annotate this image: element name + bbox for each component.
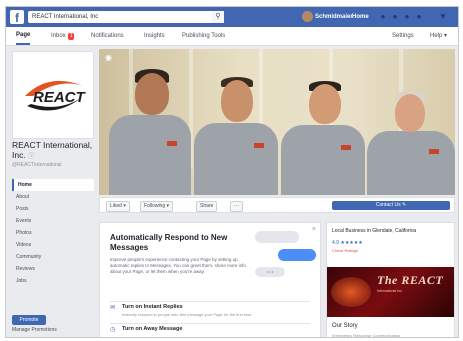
following-button[interactable]: Following ▾: [140, 201, 174, 212]
page-tab-bar: Page Inbox 1 Notifications Insights Publi…: [6, 27, 458, 46]
sidebar-item-jobs[interactable]: Jobs: [12, 275, 94, 287]
sidebar-item-about[interactable]: About: [12, 191, 94, 203]
ratings-link[interactable]: Check Ratings: [332, 248, 358, 253]
facebook-page-window: f REACT International, Inc ⚲ Schmidmaier…: [5, 6, 459, 338]
instant-replies-row[interactable]: ✉ Turn on Instant Replies Instantly resp…: [110, 301, 310, 322]
tab-page[interactable]: Page: [16, 27, 31, 45]
menu-caret-icon[interactable]: ▼: [438, 12, 448, 22]
react-logo-icon: REACT: [25, 80, 87, 111]
info-icon[interactable]: ⓘ: [28, 154, 34, 160]
facebook-logo-icon[interactable]: f: [10, 10, 24, 25]
share-button[interactable]: Share: [196, 201, 218, 212]
user-name-link[interactable]: Schmidmaier: [315, 11, 353, 23]
chat-bubble-illustration: [255, 231, 299, 243]
manage-promotions-link[interactable]: Manage Promotions: [12, 327, 57, 333]
notifications-icon[interactable]: ●: [402, 12, 412, 22]
message-icon: ✉: [110, 305, 116, 311]
card-title: Automatically Respond to New Messages: [110, 233, 228, 252]
top-navigation-bar: f REACT International, Inc ⚲ Schmidmaier…: [6, 7, 458, 27]
our-story-heading[interactable]: Our Story: [332, 323, 358, 329]
tab-publishing-tools[interactable]: Publishing Tools: [182, 27, 225, 45]
page-info-card: Local Business in Glendale, California 4…: [326, 222, 455, 338]
sidebar-item-reviews[interactable]: Reviews: [12, 263, 94, 275]
help-icon[interactable]: ●: [414, 12, 424, 22]
camera-icon[interactable]: ◉: [105, 53, 112, 62]
page-title: REACT International, Inc. ⓘ: [12, 140, 93, 160]
page-sidebar-nav: Home About Posts Events Photos Videos Co…: [12, 179, 94, 287]
more-options-button[interactable]: ···: [230, 201, 243, 212]
page-profile-picture[interactable]: REACT: [12, 51, 94, 139]
page-action-bar: Liked ▾ Following ▾ Share ··· Contact Us…: [99, 197, 455, 213]
business-category[interactable]: Local Business in Glendale, California: [332, 228, 416, 234]
away-message-title[interactable]: Turn on Away Message: [122, 326, 182, 332]
typing-bubble: • • •: [255, 267, 285, 277]
chat-bubble-illustration: [278, 249, 316, 261]
sidebar-item-photos[interactable]: Photos: [12, 227, 94, 239]
user-avatar[interactable]: [302, 11, 313, 22]
sidebar-item-videos[interactable]: Videos: [12, 239, 94, 251]
friend-requests-icon[interactable]: ●: [378, 12, 388, 22]
tab-settings[interactable]: Settings: [392, 27, 414, 45]
sidebar-item-events[interactable]: Events: [12, 215, 94, 227]
auto-respond-card: × Automatically Respond to New Messages …: [99, 222, 321, 337]
banner-subtitle: International Inc.: [377, 289, 403, 293]
clock-icon: ◷: [110, 327, 116, 333]
contact-us-button[interactable]: Contact Us ✎: [332, 201, 450, 210]
close-icon[interactable]: ×: [312, 226, 316, 233]
instant-replies-subtitle: Instantly respond to people who first me…: [122, 312, 253, 317]
cover-photo[interactable]: ◉: [99, 49, 455, 195]
sidebar-item-posts[interactable]: Posts: [12, 203, 94, 215]
messages-icon[interactable]: ●: [390, 12, 400, 22]
tab-help[interactable]: Help ▾: [430, 27, 447, 45]
svg-text:REACT: REACT: [33, 89, 87, 106]
home-link[interactable]: Home: [352, 11, 369, 23]
liked-button[interactable]: Liked ▾: [106, 201, 130, 212]
card-description: Improve people's experience contacting y…: [110, 257, 246, 274]
promote-button[interactable]: Promote: [12, 315, 46, 325]
away-message-row[interactable]: ◷ Turn on Away Message: [110, 323, 310, 337]
flare-graphic: [331, 277, 371, 307]
banner-title: The REACT: [377, 273, 444, 287]
inbox-badge: 1: [67, 33, 75, 40]
page-handle[interactable]: @REACTInternational: [12, 162, 62, 168]
tab-insights[interactable]: Insights: [144, 27, 165, 45]
sidebar-item-home[interactable]: Home: [12, 179, 94, 191]
rating-stars: 4.9 ★★★★★: [332, 240, 363, 246]
tab-inbox[interactable]: Inbox 1: [51, 27, 75, 45]
our-story-subtitle: Emergency Response Communication: [332, 333, 401, 338]
tab-notifications[interactable]: Notifications: [91, 27, 124, 45]
search-icon[interactable]: ⚲: [212, 11, 224, 23]
promo-banner-image[interactable]: The REACT International Inc.: [327, 267, 454, 317]
instant-replies-title[interactable]: Turn on Instant Replies: [122, 304, 183, 310]
search-input[interactable]: REACT International, Inc: [28, 11, 224, 23]
sidebar-item-community[interactable]: Community: [12, 251, 94, 263]
